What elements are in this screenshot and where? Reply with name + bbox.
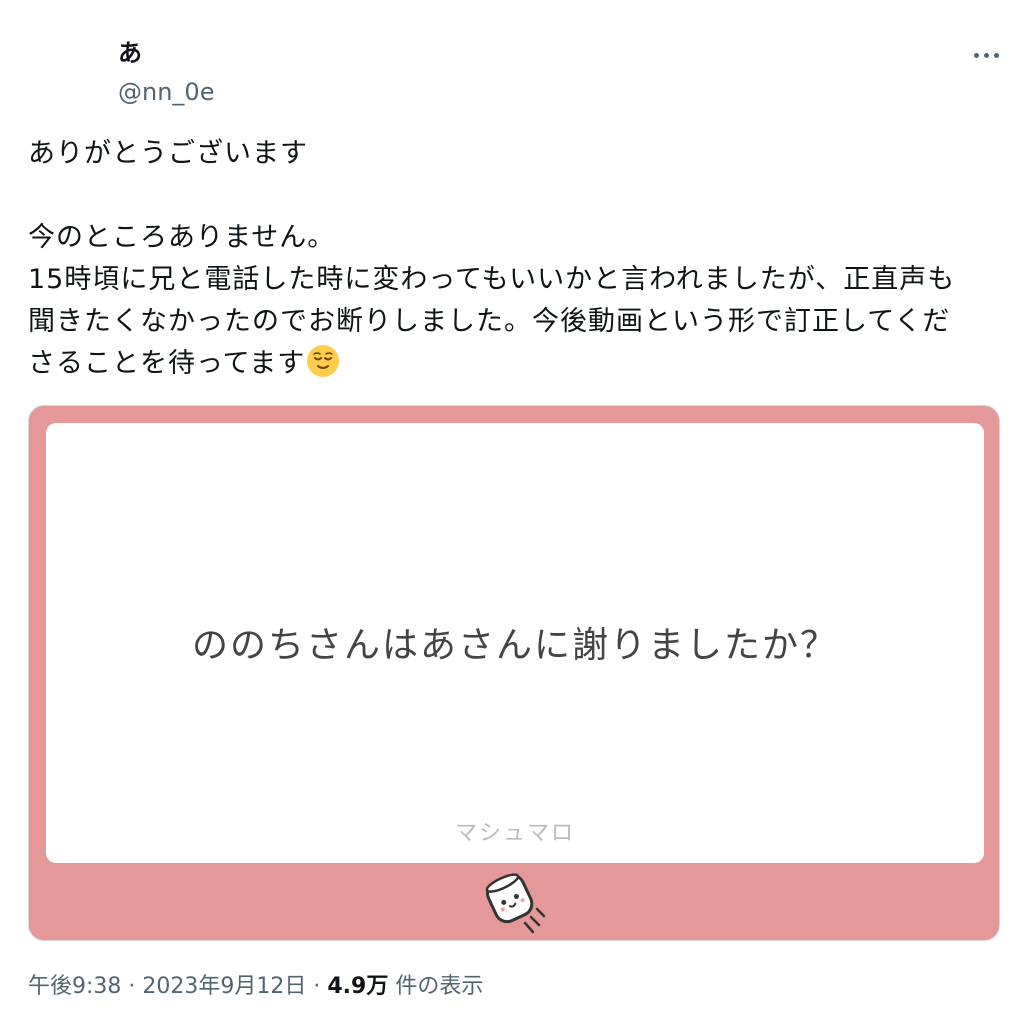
marshmallow-mascot-icon [485,873,546,934]
marshmallow-question-card[interactable]: ののちさんはあさんに謝りましたか？ マシュマロ [28,405,1000,941]
views-label: 件の表示 [388,974,484,999]
question-panel: ののちさんはあさんに謝りましたか？ マシュマロ [46,423,984,863]
tweet-time: 午後9:38 [28,974,122,999]
meta-separator: · [121,974,143,999]
relieved-face-emoji-icon [307,345,340,377]
more-options-icon[interactable] [966,38,1006,72]
author-display-name[interactable]: あ [118,36,142,70]
question-text: ののちさんはあさんに謝りましたか？ [191,625,838,666]
tweet-line-text: さることを待ってます [28,348,306,379]
marshmallow-brand-label: マシュマロ [454,821,575,846]
avatar[interactable] [28,30,98,108]
tweet-line: 聞きたくなかったのでお断りしました。今後動画という形で訂正してくだ [28,306,951,337]
meta-separator: · [306,974,328,999]
views-link[interactable]: 4.9万 件の表示 [327,974,483,999]
timestamp-link[interactable]: 午後9:38 · 2023年9月12日 [28,974,306,999]
author-handle[interactable]: @nn_0e [118,76,214,108]
tweet-text: ありがとうございます 今のところありません。 15時頃に兄と電話した時に変わって… [28,133,998,385]
tweet-line: 今のところありません。 [28,222,336,253]
views-count: 4.9万 [327,974,389,999]
tweet-line-last: さることを待ってます [28,343,998,385]
tweet-meta: 午後9:38 · 2023年9月12日 · 4.9万 件の表示 [28,970,483,1004]
tweet-date: 2023年9月12日 [142,974,307,999]
tweet-line: ありがとうございます [28,138,308,169]
tweet-line: 15時頃に兄と電話した時に変わってもいいかと言われましたが、正直声も [28,264,956,295]
